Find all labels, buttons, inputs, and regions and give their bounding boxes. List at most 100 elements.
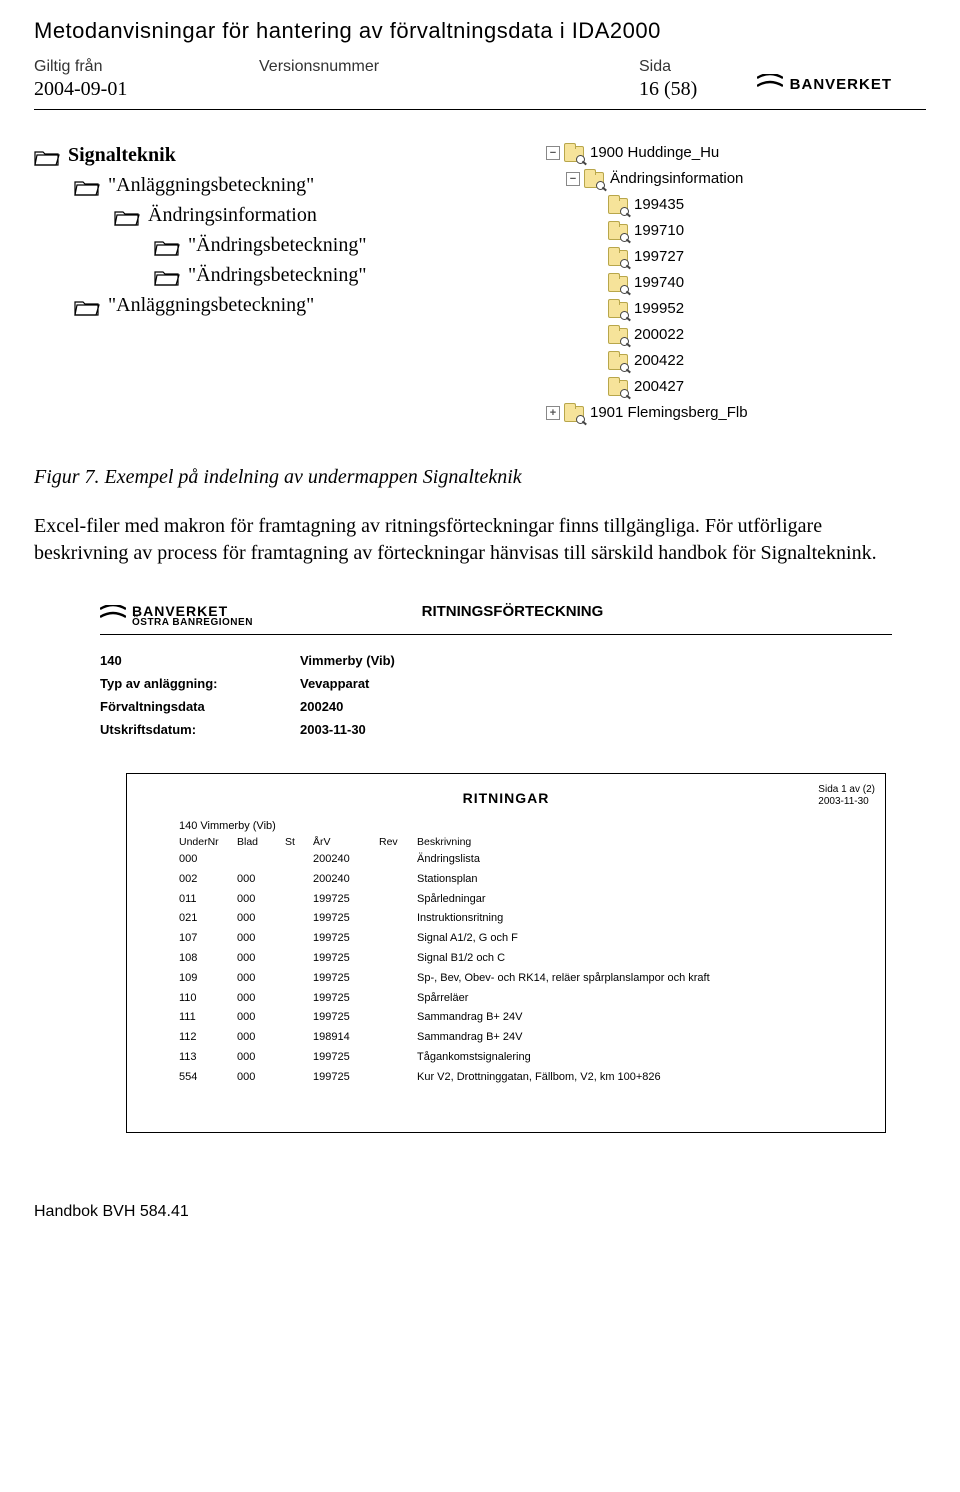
cell-b: 000 [237, 909, 285, 929]
report-meta-value: Vevapparat [300, 676, 369, 691]
report-meta-value: 2003-11-30 [300, 722, 366, 737]
cell-s [285, 909, 313, 929]
cell-b: 000 [237, 949, 285, 969]
cell-u: 112 [179, 1028, 237, 1048]
ritningar-row: 554000199725Kur V2, Drottninggatan, Fäll… [179, 1068, 873, 1088]
meta-label-from: Giltig från [34, 58, 259, 76]
cell-u: 011 [179, 890, 237, 910]
cell-b: 000 [237, 969, 285, 989]
cell-b: 000 [237, 1008, 285, 1028]
collapse-icon[interactable]: − [566, 172, 580, 186]
cell-r [379, 969, 417, 989]
cell-b: 000 [237, 870, 285, 890]
cell-d: Sammandrag B+ 24V [417, 1028, 873, 1048]
ritningar-row: 112000198914Sammandrag B+ 24V [179, 1028, 873, 1048]
cell-r [379, 890, 417, 910]
tree-item[interactable]: +1901 Flemingsberg_Flb [526, 400, 748, 426]
ritningar-row: 113000199725Tågankomstsignalering [179, 1048, 873, 1068]
tree-item[interactable]: −1900 Huddinge_Hu [526, 140, 748, 166]
tree-item[interactable]: 199435 [526, 192, 748, 218]
cell-a: 199725 [313, 1048, 379, 1068]
cell-r [379, 1028, 417, 1048]
col-desc: Beskrivning [417, 836, 873, 848]
outline-item: "Anläggningsbeteckning" [34, 170, 504, 200]
cell-b: 000 [237, 1048, 285, 1068]
tree-label: 199727 [634, 244, 684, 270]
tree-item[interactable]: 199727 [526, 244, 748, 270]
tree-label: Ändringsinformation [610, 166, 743, 192]
cell-d: Sp-, Bev, Obev- och RK14, reläer spårpla… [417, 969, 873, 989]
tree-label: 200022 [634, 322, 684, 348]
cell-s [285, 1068, 313, 1088]
cell-d: Stationsplan [417, 870, 873, 890]
cell-d: Sammandrag B+ 24V [417, 1008, 873, 1028]
tree-label: 199435 [634, 192, 684, 218]
cell-s [285, 1048, 313, 1068]
folder-open-icon [154, 266, 180, 284]
tree-label: 199740 [634, 270, 684, 296]
meta-label-ver: Versionsnummer [259, 58, 639, 76]
cell-b: 000 [237, 989, 285, 1009]
tree-item[interactable]: − Ändringsinformation [526, 166, 748, 192]
side-note-date: 2003-11-30 [818, 796, 875, 808]
cell-r [379, 1008, 417, 1028]
cell-u: 107 [179, 929, 237, 949]
report-meta-value: Vimmerby (Vib) [300, 653, 395, 668]
report-title: RITNINGSFÖRTECKNING [253, 603, 772, 620]
folder-open-icon [74, 296, 100, 314]
folder-search-icon [608, 221, 628, 241]
cell-a: 199725 [313, 969, 379, 989]
tree-item[interactable]: 199952 [526, 296, 748, 322]
cell-a: 200240 [313, 850, 379, 870]
folder-search-icon [608, 325, 628, 345]
cell-s [285, 870, 313, 890]
folder-search-icon [608, 299, 628, 319]
cell-r [379, 1068, 417, 1088]
cell-a: 199725 [313, 890, 379, 910]
tree-item[interactable]: 200427 [526, 374, 748, 400]
tree-label: 199710 [634, 218, 684, 244]
ritningar-columns: UnderNr Blad St ÅrV Rev Beskrivning [179, 836, 873, 848]
cell-d: Tågankomstsignalering [417, 1048, 873, 1068]
tree-item[interactable]: 200422 [526, 348, 748, 374]
side-note-page: Sida 1 av (2) [818, 784, 875, 796]
cell-d: Spårledningar [417, 890, 873, 910]
cell-r [379, 1048, 417, 1068]
col-blad: Blad [237, 836, 285, 848]
outline-item: "Ändringsbeteckning" [34, 230, 504, 260]
report-meta-key: Förvaltningsdata [100, 699, 300, 714]
report-meta-key: 140 [100, 653, 300, 668]
cell-s [285, 1028, 313, 1048]
report-meta-row: Förvaltningsdata200240 [100, 699, 892, 714]
cell-u: 111 [179, 1008, 237, 1028]
cell-a: 200240 [313, 870, 379, 890]
report-divider [100, 634, 892, 635]
report-logo: BANVERKET ÖSTRA BANREGIONEN [100, 603, 253, 628]
tree-item[interactable]: 199710 [526, 218, 748, 244]
collapse-icon[interactable]: − [546, 146, 560, 160]
expand-icon[interactable]: + [546, 406, 560, 420]
report-logo-subtext: ÖSTRA BANREGIONEN [132, 617, 253, 628]
cell-s [285, 850, 313, 870]
outline-label: "Ändringsbeteckning" [188, 260, 367, 290]
cell-d: Instruktionsritning [417, 909, 873, 929]
cell-d: Kur V2, Drottninggatan, Fällbom, V2, km … [417, 1068, 873, 1088]
ritningar-row: 002000200240Stationsplan [179, 870, 873, 890]
cell-d: Signal B1/2 och C [417, 949, 873, 969]
outline-label: "Ändringsbeteckning" [188, 230, 367, 260]
folder-search-icon [608, 195, 628, 215]
tree-label: 199952 [634, 296, 684, 322]
cell-s [285, 929, 313, 949]
folder-search-icon [608, 351, 628, 371]
tree-item[interactable]: 200022 [526, 322, 748, 348]
cell-b: 000 [237, 1028, 285, 1048]
cell-r [379, 929, 417, 949]
document-title: Metodanvisningar för hantering av förval… [34, 18, 926, 44]
logo-text: BANVERKET [790, 76, 892, 93]
tree-item[interactable]: 199740 [526, 270, 748, 296]
ritningar-row: 108000199725Signal B1/2 och C [179, 949, 873, 969]
cell-a: 199725 [313, 989, 379, 1009]
folder-search-icon [584, 169, 604, 189]
cell-r [379, 989, 417, 1009]
report-side-note: Sida 1 av (2) 2003-11-30 [818, 784, 875, 808]
